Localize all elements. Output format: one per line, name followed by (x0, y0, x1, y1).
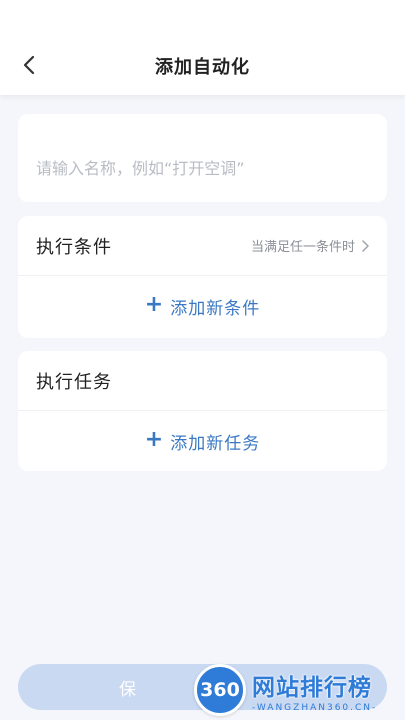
add-condition-button[interactable]: + 添加新条件 (18, 276, 387, 336)
watermark-subtitle: -WANGZHAN360.CN- (252, 702, 378, 713)
plus-icon: + (144, 292, 165, 317)
watermark-text: 网站排行榜 -WANGZHAN360.CN- (252, 668, 377, 713)
conditions-card: 执行条件 当满足任一条件时 + 添加新条件 (18, 216, 387, 338)
automation-name-input[interactable] (18, 114, 387, 202)
watermark-logo: 360 (194, 664, 246, 716)
tasks-card: 执行任务 + 添加新任务 (18, 351, 387, 471)
save-label: 保 (119, 679, 136, 700)
chevron-right-icon (362, 239, 369, 252)
plus-icon: + (144, 427, 165, 452)
watermark-logo-text: 360 (200, 679, 240, 701)
tasks-header: 执行任务 (18, 351, 387, 411)
conditions-title: 执行条件 (36, 236, 112, 258)
add-task-button[interactable]: + 添加新任务 (18, 411, 387, 471)
condition-mode-selector[interactable]: 当满足任一条件时 (251, 236, 369, 255)
tasks-title: 执行任务 (36, 371, 112, 393)
add-task-label: 添加新任务 (170, 433, 261, 454)
watermark-title: 网站排行榜 (252, 674, 372, 701)
condition-mode-label: 当满足任一条件时 (250, 240, 355, 255)
add-condition-label: 添加新条件 (170, 298, 261, 319)
screen: 添加自动化 执行条件 当满足任一条件时 + 添加新条件 执行任务 + 添加新任务 (0, 0, 405, 720)
watermark: 360 网站排行榜 -WANGZHAN360.CN- (194, 660, 405, 720)
conditions-header: 执行条件 当满足任一条件时 (18, 216, 387, 276)
page-title: 添加自动化 (155, 57, 250, 78)
name-card (18, 114, 387, 202)
header: 添加自动化 (0, 0, 405, 95)
